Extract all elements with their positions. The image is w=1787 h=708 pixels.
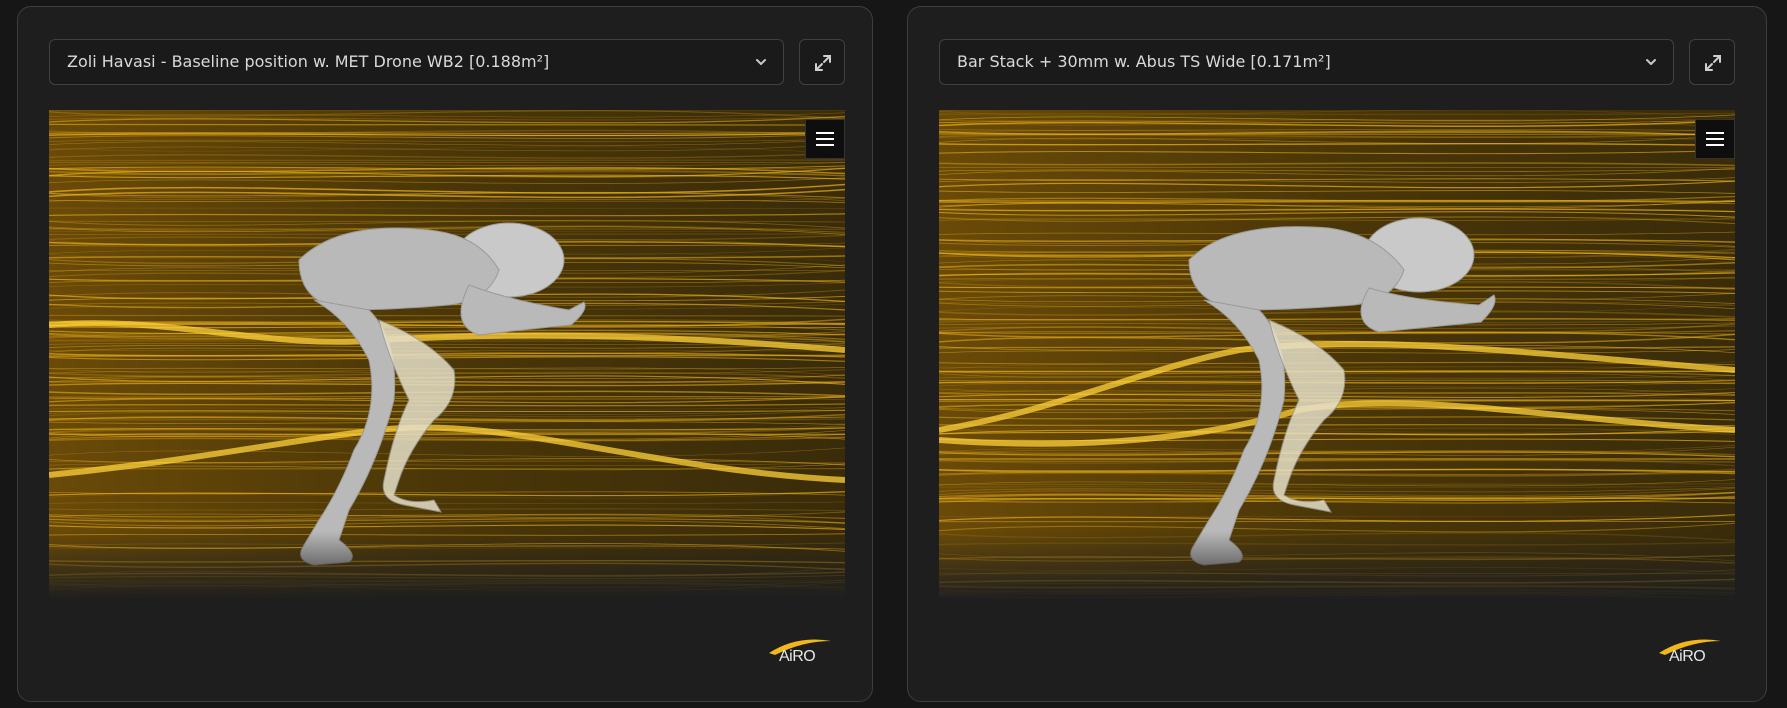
hamburger-menu-icon — [1706, 132, 1724, 146]
comparison-panel-left: Zoli Havasi - Baseline position w. MET D… — [17, 6, 873, 702]
airflow-visualization-right[interactable] — [939, 110, 1735, 600]
logo-text: AiRO — [779, 648, 816, 665]
airo-logo: AiRO — [767, 635, 835, 671]
expand-arrows-icon — [1705, 55, 1721, 71]
chevron-down-icon — [1646, 59, 1656, 65]
chart-menu-button-left[interactable] — [805, 119, 845, 159]
airo-logo: AiRO — [1657, 635, 1725, 671]
logo-text: AiRO — [1669, 648, 1706, 665]
hamburger-menu-icon — [816, 132, 834, 146]
chart-menu-button-right[interactable] — [1695, 119, 1735, 159]
comparison-panel-right: Bar Stack + 30mm w. Abus TS Wide [0.171m… — [907, 6, 1767, 702]
fullscreen-button-left[interactable] — [799, 39, 845, 85]
configuration-select-left[interactable]: Zoli Havasi - Baseline position w. MET D… — [49, 39, 784, 85]
chevron-down-icon — [756, 59, 766, 65]
configuration-select-right[interactable]: Bar Stack + 30mm w. Abus TS Wide [0.171m… — [939, 39, 1674, 85]
streamline-render — [49, 110, 845, 600]
fullscreen-button-right[interactable] — [1689, 39, 1735, 85]
airflow-visualization-left[interactable] — [49, 110, 845, 600]
selected-configuration-label: Zoli Havasi - Baseline position w. MET D… — [67, 52, 550, 71]
selected-configuration-label: Bar Stack + 30mm w. Abus TS Wide [0.171m… — [957, 52, 1331, 71]
streamline-render — [939, 110, 1735, 600]
expand-arrows-icon — [815, 55, 831, 71]
